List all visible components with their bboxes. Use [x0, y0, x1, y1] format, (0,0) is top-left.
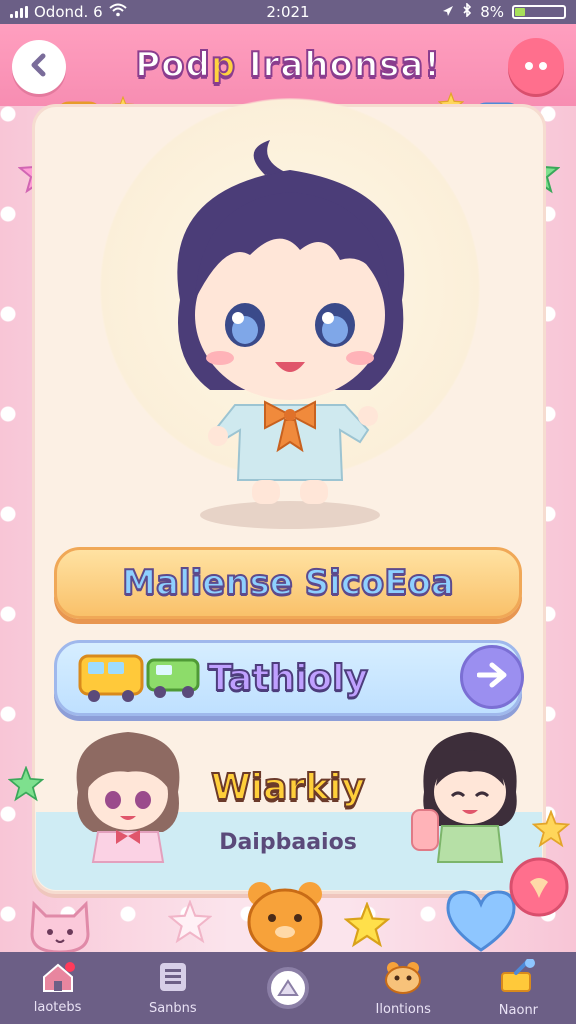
bear-icon [240, 878, 330, 960]
friend-character-right[interactable] [410, 722, 530, 876]
primary-action-button[interactable]: Maliense SicoEoa [54, 547, 522, 619]
nav-label: laotebs [33, 999, 82, 1015]
more-options-button[interactable] [508, 38, 564, 94]
character-avatar[interactable] [140, 130, 440, 530]
page-title: Podp Irahonsa! [134, 44, 441, 86]
arrow-right-icon [476, 662, 507, 692]
gift-button[interactable] [508, 856, 570, 922]
star-icon [167, 899, 213, 948]
heart-icon [444, 888, 518, 958]
star-icon [531, 809, 571, 852]
nav-item-awards[interactable]: Naonr [461, 952, 576, 1024]
cat-icon [26, 894, 94, 958]
signal-icon [10, 6, 28, 18]
chevron-left-icon [26, 52, 52, 82]
nav-item-list[interactable]: Sanbns [115, 952, 230, 1024]
back-button[interactable] [12, 40, 66, 94]
star-icon [7, 765, 45, 806]
trophy-icon [498, 957, 538, 999]
truck-icon [146, 652, 204, 706]
battery-percent: 8% [480, 3, 504, 21]
status-bar: Odond. 6 2:021 8% [0, 0, 576, 24]
nav-item-pets[interactable]: Ilontions [346, 952, 461, 1024]
more-dots-icon [525, 62, 533, 70]
battery-icon [512, 5, 566, 19]
primary-action-label: Maliense SicoEoa [121, 562, 455, 604]
secondary-action-label: Tathioly [207, 657, 369, 700]
bus-icon [78, 650, 148, 710]
go-button[interactable] [460, 645, 524, 709]
app-header: Podp Irahonsa! [0, 24, 576, 106]
nav-item-home[interactable]: laotebs [0, 952, 115, 1024]
bottom-navigation: laotebs Sanbns Ilontions Naonr [0, 952, 576, 1024]
friend-character-left[interactable] [58, 722, 198, 876]
bluetooth-icon [462, 2, 472, 21]
camera-shutter-icon [267, 967, 309, 1009]
pet-face-icon [383, 960, 423, 998]
nav-label: Ilontions [375, 1001, 431, 1017]
wifi-icon [108, 3, 127, 21]
star-icon [343, 901, 391, 952]
house-icon [41, 961, 75, 996]
nav-label: Naonr [498, 1002, 539, 1018]
nav-item-camera[interactable] [230, 952, 345, 1024]
carrier-name: Odond. 6 [34, 3, 103, 21]
nav-label: Sanbns [148, 1000, 197, 1016]
location-icon [442, 3, 454, 21]
list-icon [158, 961, 188, 997]
